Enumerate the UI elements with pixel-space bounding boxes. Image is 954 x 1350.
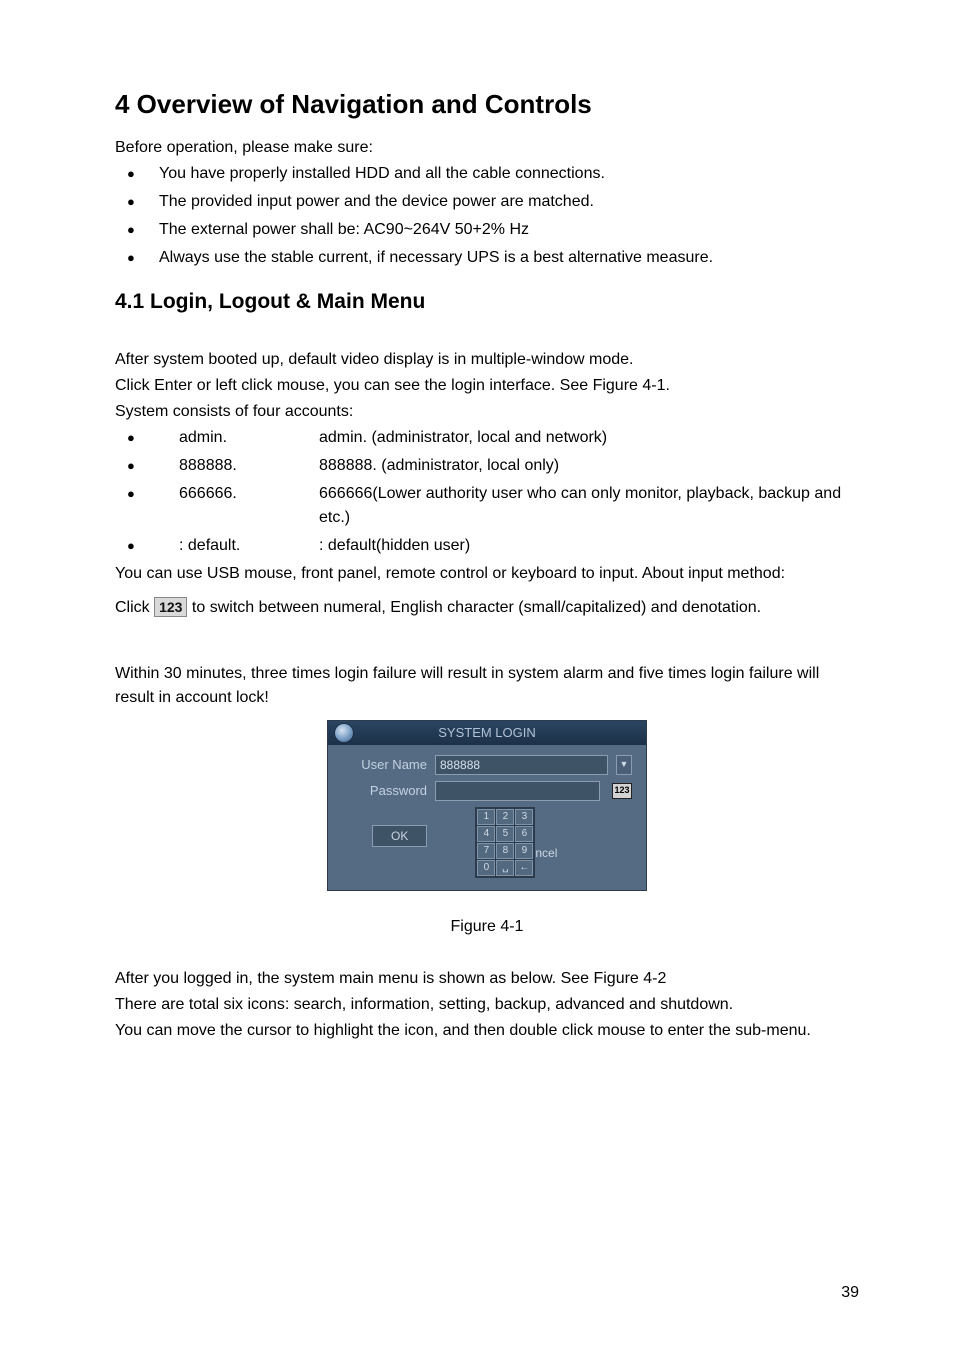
keypad-key[interactable]: 8 bbox=[496, 843, 514, 859]
click-prefix: Click bbox=[115, 599, 154, 616]
account-user: 666666. bbox=[159, 482, 319, 530]
list-item: Always use the stable current, if necess… bbox=[137, 246, 859, 270]
keypad-key[interactable]: 3 bbox=[515, 809, 533, 825]
account-row: : default. : default(hidden user) bbox=[137, 534, 859, 558]
keypad-key[interactable]: 7 bbox=[477, 843, 495, 859]
username-label: User Name bbox=[342, 755, 427, 775]
account-row: 666666. 666666(Lower authority user who … bbox=[137, 482, 859, 530]
section-heading-4-1: 4.1 Login, Logout & Main Menu bbox=[115, 286, 859, 318]
main-menu-line-1: After you logged in, the system main men… bbox=[115, 967, 859, 991]
username-input[interactable] bbox=[435, 755, 608, 775]
warning-paragraph: Within 30 minutes, three times login fai… bbox=[115, 662, 859, 710]
keypad-key[interactable]: 0 bbox=[477, 860, 495, 876]
account-row: admin. admin. (administrator, local and … bbox=[137, 426, 859, 450]
input-mode-toggle-icon: 123 bbox=[154, 597, 187, 617]
account-user: admin. bbox=[159, 426, 319, 450]
dialog-title-bar: SYSTEM LOGIN bbox=[328, 721, 646, 745]
booted-paragraph: After system booted up, default video di… bbox=[115, 348, 859, 372]
keypad-key[interactable]: 4 bbox=[477, 826, 495, 842]
page-number: 39 bbox=[841, 1281, 859, 1305]
keypad-key[interactable]: 1 bbox=[477, 809, 495, 825]
account-desc: 888888. (administrator, local only) bbox=[319, 454, 859, 478]
ok-button[interactable]: OK bbox=[372, 825, 427, 847]
account-desc: : default(hidden user) bbox=[319, 534, 859, 558]
numeric-keypad: 1 2 3 4 5 6 7 8 9 0 ␣ ← ncel bbox=[475, 807, 535, 878]
account-desc: admin. (administrator, local and network… bbox=[319, 426, 859, 450]
figure-caption: Figure 4-1 bbox=[115, 915, 859, 939]
account-row: 888888. 888888. (administrator, local on… bbox=[137, 454, 859, 478]
input-method-paragraph: You can use USB mouse, front panel, remo… bbox=[115, 562, 859, 586]
accounts-list: admin. admin. (administrator, local and … bbox=[115, 426, 859, 558]
keypad-key[interactable]: 9 bbox=[515, 843, 533, 859]
accounts-intro: System consists of four accounts: bbox=[115, 400, 859, 424]
figure-4-1-container: SYSTEM LOGIN User Name ▼ Password 123 OK… bbox=[115, 720, 859, 891]
chapter-heading: 4 Overview of Navigation and Controls bbox=[115, 85, 859, 124]
account-user: 888888. bbox=[159, 454, 319, 478]
main-menu-line-2: There are total six icons: search, infor… bbox=[115, 993, 859, 1017]
main-menu-line-3: You can move the cursor to highlight the… bbox=[115, 1019, 859, 1043]
system-login-dialog: SYSTEM LOGIN User Name ▼ Password 123 OK… bbox=[327, 720, 647, 891]
account-user: : default. bbox=[159, 534, 319, 558]
keypad-key[interactable]: 2 bbox=[496, 809, 514, 825]
click-enter-paragraph: Click Enter or left click mouse, you can… bbox=[115, 374, 859, 398]
list-item: The external power shall be: AC90~264V 5… bbox=[137, 218, 859, 242]
click-123-paragraph: Click 123 to switch between numeral, Eng… bbox=[115, 596, 859, 620]
keypad-key-space[interactable]: ␣ bbox=[496, 860, 514, 876]
keypad-key[interactable]: 6 bbox=[515, 826, 533, 842]
brand-logo-icon bbox=[334, 723, 354, 743]
password-label: Password bbox=[342, 781, 427, 801]
dialog-title: SYSTEM LOGIN bbox=[438, 723, 536, 743]
intro-line: Before operation, please make sure: bbox=[115, 136, 859, 160]
account-desc: 666666(Lower authority user who can only… bbox=[319, 482, 859, 530]
username-dropdown-icon[interactable]: ▼ bbox=[616, 755, 632, 775]
keypad-key-backspace[interactable]: ← bbox=[515, 860, 533, 876]
click-suffix: to switch between numeral, English chara… bbox=[192, 599, 761, 616]
password-input[interactable] bbox=[435, 781, 600, 801]
input-mode-toggle-button[interactable]: 123 bbox=[612, 783, 632, 799]
list-item: The provided input power and the device … bbox=[137, 190, 859, 214]
cancel-button-partial[interactable]: ncel bbox=[535, 844, 557, 862]
pre-op-bullets: You have properly installed HDD and all … bbox=[115, 162, 859, 270]
keypad-key[interactable]: 5 bbox=[496, 826, 514, 842]
list-item: You have properly installed HDD and all … bbox=[137, 162, 859, 186]
